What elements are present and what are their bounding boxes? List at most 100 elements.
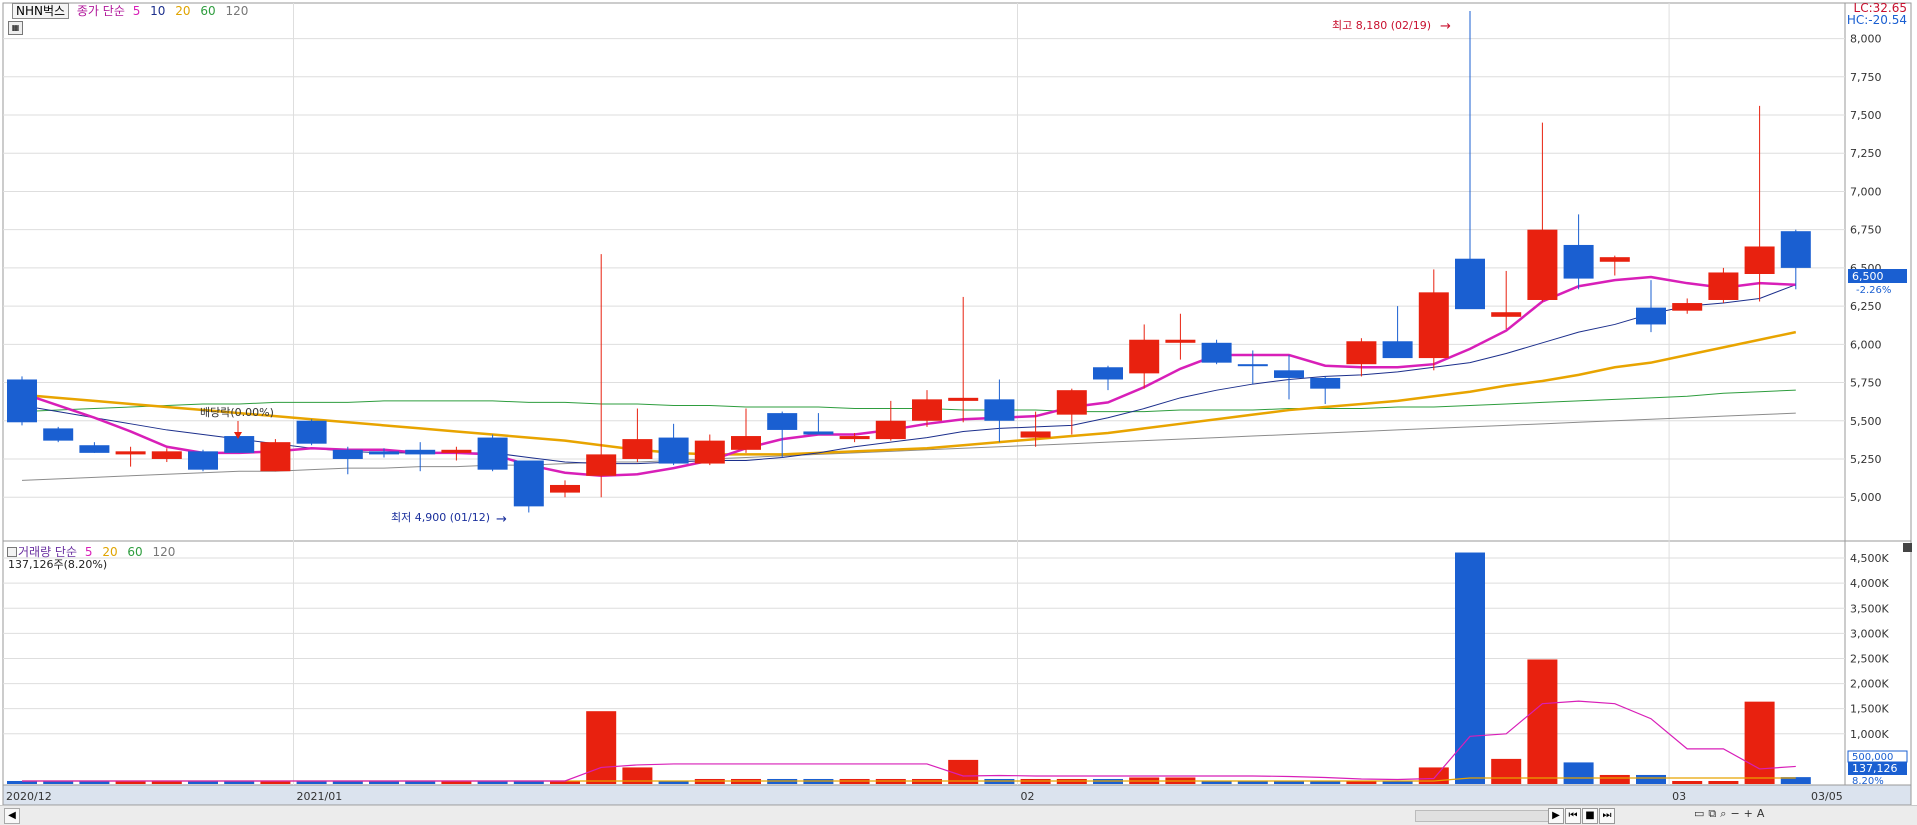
candle-body xyxy=(43,428,74,441)
candle-body xyxy=(441,449,472,453)
candle-body xyxy=(1056,390,1087,415)
candle-body xyxy=(1563,244,1594,279)
candle-body xyxy=(7,379,37,423)
volume-bar xyxy=(1491,758,1522,784)
candle-body xyxy=(1093,367,1123,380)
price-tick-label: 6,750 xyxy=(1850,224,1882,237)
candle-body xyxy=(586,454,617,476)
volume-summary: 137,126주(8.20%) xyxy=(8,558,108,571)
candle-body xyxy=(513,460,544,507)
date-tick-label: 2020/12 xyxy=(6,790,52,803)
volume-tick-label: 3,000K xyxy=(1850,627,1889,640)
candle-body xyxy=(948,397,979,401)
zoom-in-icon[interactable]: + xyxy=(1744,807,1753,820)
volume-bar xyxy=(1672,780,1703,784)
ma60-line xyxy=(21,389,1796,413)
price-tick-label: 6,250 xyxy=(1850,300,1882,313)
volume-tick-label: 1,000K xyxy=(1850,728,1889,741)
volume-bar xyxy=(1563,762,1594,784)
candle-body xyxy=(912,399,942,421)
candle-body xyxy=(767,413,798,430)
price-tick-label: 5,750 xyxy=(1850,377,1882,390)
current-price-value: 6,500 xyxy=(1852,270,1884,283)
price-tick-label: 5,250 xyxy=(1850,453,1882,466)
zoom-icon[interactable]: ⌕ xyxy=(1720,807,1726,821)
candle-body xyxy=(115,451,146,455)
volume-tick-label: 2,500K xyxy=(1850,652,1889,665)
low-annotation: 최저 4,900 (01/12) xyxy=(391,511,490,524)
panel-toggle-icon[interactable] xyxy=(1903,543,1912,552)
price-tick-label: 8,000 xyxy=(1850,33,1882,46)
candlestick-series xyxy=(7,11,1811,513)
vol-ma60-label: 60 xyxy=(127,545,143,559)
candle-body xyxy=(151,451,182,459)
candle-body xyxy=(79,445,110,453)
candle-body xyxy=(1165,339,1196,343)
volume-bar xyxy=(1636,774,1666,784)
chart-frame: 8,000 7,750 7,500 7,250 7,000 6,750 6,500 6,250… xyxy=(2,2,1912,806)
candle-body xyxy=(1382,341,1413,359)
grid-lines xyxy=(3,3,1845,785)
high-arrow: → xyxy=(1440,19,1451,34)
last-icon[interactable]: ⏭ xyxy=(1599,808,1615,824)
dividend-annotation: 배당락(0.00%) xyxy=(200,406,274,419)
zoom-out-icon[interactable]: − xyxy=(1730,807,1739,820)
bottom-toolbar: ◀ ▶ ⏮ ■ ⏭ ▭ ⧉ ⌕ − + A xyxy=(0,805,1917,825)
candle-body xyxy=(1672,303,1703,311)
ma60-label: 60 xyxy=(200,4,216,18)
chart-settings-icon[interactable]: ▦ xyxy=(8,21,23,35)
layout-icon[interactable]: ▭ xyxy=(1694,807,1704,820)
volume-tick-label: 3,500K xyxy=(1850,602,1889,615)
date-tick-label: 03 xyxy=(1672,790,1686,803)
date-tick-label: 2021/01 xyxy=(297,790,343,803)
price-tick-label: 7,250 xyxy=(1850,147,1882,160)
scroll-left-icon[interactable]: ◀ xyxy=(4,808,20,824)
candle-body xyxy=(803,431,834,435)
candle-body xyxy=(550,484,580,493)
candle-body xyxy=(839,436,870,440)
stop-icon[interactable]: ■ xyxy=(1582,808,1598,824)
volume-percent: 8.20% xyxy=(1852,776,1884,787)
candle-body xyxy=(260,442,291,472)
stock-name[interactable]: NHN벅스 xyxy=(12,3,70,19)
price-tick-label: 5,500 xyxy=(1850,415,1882,428)
ma10-label: 10 xyxy=(150,4,166,18)
volume-tick-label: 1,500K xyxy=(1850,703,1889,716)
candle-body xyxy=(369,451,399,455)
candle-body xyxy=(1527,229,1558,300)
volume-bars xyxy=(7,552,1811,784)
candle-body xyxy=(875,420,906,440)
price-tick-label: 6,000 xyxy=(1850,338,1882,351)
candle-body xyxy=(188,451,218,470)
zoom-tools: ▭ ⧉ ⌕ − + A xyxy=(1694,807,1768,821)
price-tick-label: 7,000 xyxy=(1850,185,1882,198)
copy-icon[interactable]: ⧉ xyxy=(1708,807,1716,821)
candle-body xyxy=(1780,231,1811,268)
volume-bar xyxy=(1744,701,1775,784)
navigation-buttons: ▶ ⏮ ■ ⏭ xyxy=(1548,808,1616,824)
auto-icon[interactable]: A xyxy=(1757,807,1765,820)
ma5-label: 5 xyxy=(132,4,141,18)
scroll-track[interactable] xyxy=(1415,810,1549,822)
vol-ma120-label: 120 xyxy=(152,545,176,559)
candle-body xyxy=(1274,370,1304,378)
ma120-label: 120 xyxy=(225,4,249,18)
candle-body xyxy=(1020,431,1051,438)
ma20-line xyxy=(21,330,1797,456)
candle-body xyxy=(477,437,508,470)
first-icon[interactable]: ⏮ xyxy=(1565,808,1581,824)
candle-body xyxy=(1346,341,1377,365)
volume-tick-label: 4,500K xyxy=(1850,552,1889,565)
candle-body xyxy=(1418,292,1449,359)
candle-body xyxy=(405,449,436,455)
next-icon[interactable]: ▶ xyxy=(1548,808,1564,824)
candle-body xyxy=(731,436,761,450)
date-tick-label: 02 xyxy=(1021,790,1035,803)
price-tick-label: 7,750 xyxy=(1850,71,1882,84)
volume-bar xyxy=(1527,659,1558,784)
candle-body xyxy=(332,449,363,459)
volume-panel-border xyxy=(2,540,1912,786)
candle-body xyxy=(1708,272,1739,300)
date-tick-label: 03/05 xyxy=(1811,790,1843,803)
candle-body xyxy=(1455,258,1485,310)
